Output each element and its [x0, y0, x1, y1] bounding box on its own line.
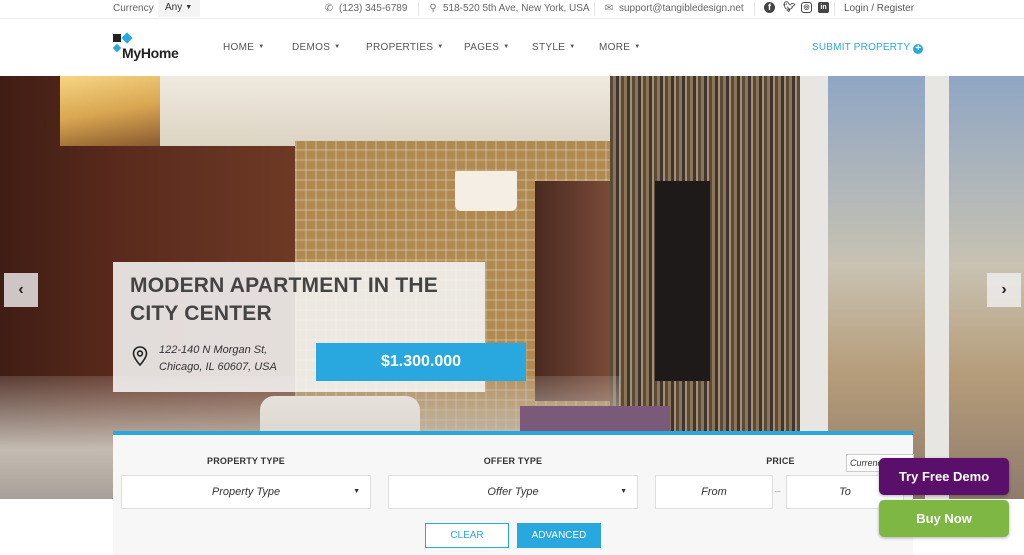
property-title: MODERN APARTMENT IN THE CITY CENTER: [130, 274, 438, 325]
nav-label: STYLE: [532, 42, 566, 53]
nav-home[interactable]: HOME ▼: [223, 42, 264, 53]
email-text: support@tangibledesign.net: [619, 3, 744, 14]
nav-label: PROPERTIES: [366, 42, 434, 53]
clear-button[interactable]: CLEAR: [425, 523, 509, 548]
phone-contact[interactable]: ✆ (123) 345-6789: [324, 3, 408, 14]
chevron-right-icon: ›: [1001, 281, 1007, 298]
mail-icon: ✉: [604, 3, 614, 14]
slider-prev-button[interactable]: ‹: [4, 273, 38, 307]
phone-icon: ✆: [324, 3, 334, 14]
instagram-icon[interactable]: ◎: [801, 2, 812, 13]
divider: [594, 2, 595, 16]
main-header: MyHome HOME ▼ DEMOS ▼ PROPERTIES ▼ PAGES ▼ S…: [0, 20, 1024, 75]
phone-number: (123) 345-6789: [339, 3, 408, 14]
plus-circle-icon: +: [913, 43, 924, 54]
address-line-2: Chicago, IL 60607, USA: [159, 361, 277, 373]
hero-bg-lamp-shade: [455, 171, 517, 211]
currency-select[interactable]: Any ▼: [158, 0, 200, 17]
buy-now-button[interactable]: Buy Now: [879, 500, 1009, 537]
address-line-1: 122-140 N Morgan St,: [159, 344, 268, 356]
address-contact: ⚲ 518-520 5th Ave, New York, USA: [428, 3, 590, 14]
logo-mark-blue: [121, 32, 133, 44]
price-from-input[interactable]: From: [655, 475, 773, 509]
offer-type-label: OFFER TYPE: [483, 456, 543, 466]
offer-type-select[interactable]: Offer Type ▼: [388, 475, 638, 509]
caret-down-icon: ▼: [620, 488, 627, 495]
nav-more[interactable]: MORE ▼: [599, 42, 640, 53]
price-from-placeholder: From: [701, 486, 727, 498]
address-text: 518-520 5th Ave, New York, USA: [443, 3, 590, 14]
nav-pages[interactable]: PAGES ▼: [464, 42, 509, 53]
caret-down-icon: ▼: [258, 44, 265, 50]
logo[interactable]: MyHome: [112, 32, 193, 63]
logo-mark-small: [112, 43, 122, 53]
divider: [418, 2, 419, 16]
top-bar: Currency Any ▼ ✆ (123) 345-6789 ⚲ 518-520 5…: [0, 0, 1024, 19]
price-range-dash: –: [775, 486, 781, 497]
property-type-value: Property Type: [211, 486, 281, 498]
caret-down-icon: ▼: [634, 44, 641, 50]
divider: [754, 2, 755, 16]
currency-label: Currency: [113, 3, 154, 14]
caret-down-icon: ▼: [353, 488, 360, 495]
hero-bg-tv: [655, 181, 710, 381]
nav-label: MORE: [599, 42, 631, 53]
location-icon: ⚲: [429, 3, 437, 14]
facebook-icon[interactable]: f: [764, 2, 775, 13]
email-contact[interactable]: ✉ support@tangibledesign.net: [604, 3, 744, 14]
nav-label: HOME: [223, 42, 255, 53]
nav-label: PAGES: [464, 42, 500, 53]
caret-down-icon: ▼: [334, 44, 341, 50]
try-free-demo-button[interactable]: Try Free Demo: [879, 458, 1009, 495]
nav-properties[interactable]: PROPERTIES ▼: [366, 42, 444, 53]
divider: [834, 2, 835, 16]
chevron-left-icon: ‹: [18, 281, 24, 298]
hero-bg-door: [535, 181, 610, 401]
nav-label: DEMOS: [292, 42, 331, 53]
price-to-placeholder: To: [839, 486, 851, 498]
caret-down-icon: ▼: [503, 44, 510, 50]
slider-next-button[interactable]: ›: [987, 273, 1021, 307]
caret-down-icon: ▼: [185, 4, 193, 11]
nav-demos[interactable]: DEMOS ▼: [292, 42, 340, 53]
map-pin-icon: [132, 346, 148, 366]
linkedin-icon[interactable]: in: [818, 2, 829, 13]
currency-value: Any: [165, 2, 183, 13]
property-price[interactable]: $1.300.000: [316, 343, 526, 381]
property-search-form: PROPERTY TYPE Property Type ▼ OFFER TYPE…: [113, 431, 914, 555]
price-label: PRICE: [766, 456, 795, 466]
property-type-select[interactable]: Property Type ▼: [121, 475, 371, 509]
submit-property-label: SUBMIT PROPERTY: [812, 42, 911, 53]
caret-down-icon: ▼: [569, 44, 576, 50]
nav-style[interactable]: STYLE ▼: [532, 42, 575, 53]
twitter-icon[interactable]: 🐦︎: [783, 2, 796, 13]
property-address: 122-140 N Morgan St, Chicago, IL 60607, …: [159, 342, 309, 376]
hero-bg-window-frame: [925, 76, 949, 499]
offer-type-value: Offer Type: [487, 486, 539, 498]
submit-property-link[interactable]: SUBMIT PROPERTY +: [812, 42, 924, 54]
logo-text: MyHome: [122, 45, 179, 61]
property-type-label: PROPERTY TYPE: [207, 456, 285, 466]
caret-down-icon: ▼: [437, 44, 444, 50]
hero-bg-ceiling: [160, 76, 640, 146]
login-register-link[interactable]: Login / Register: [844, 3, 914, 14]
logo-mark-dark: [113, 34, 121, 42]
advanced-button[interactable]: ADVANCED: [517, 523, 601, 548]
